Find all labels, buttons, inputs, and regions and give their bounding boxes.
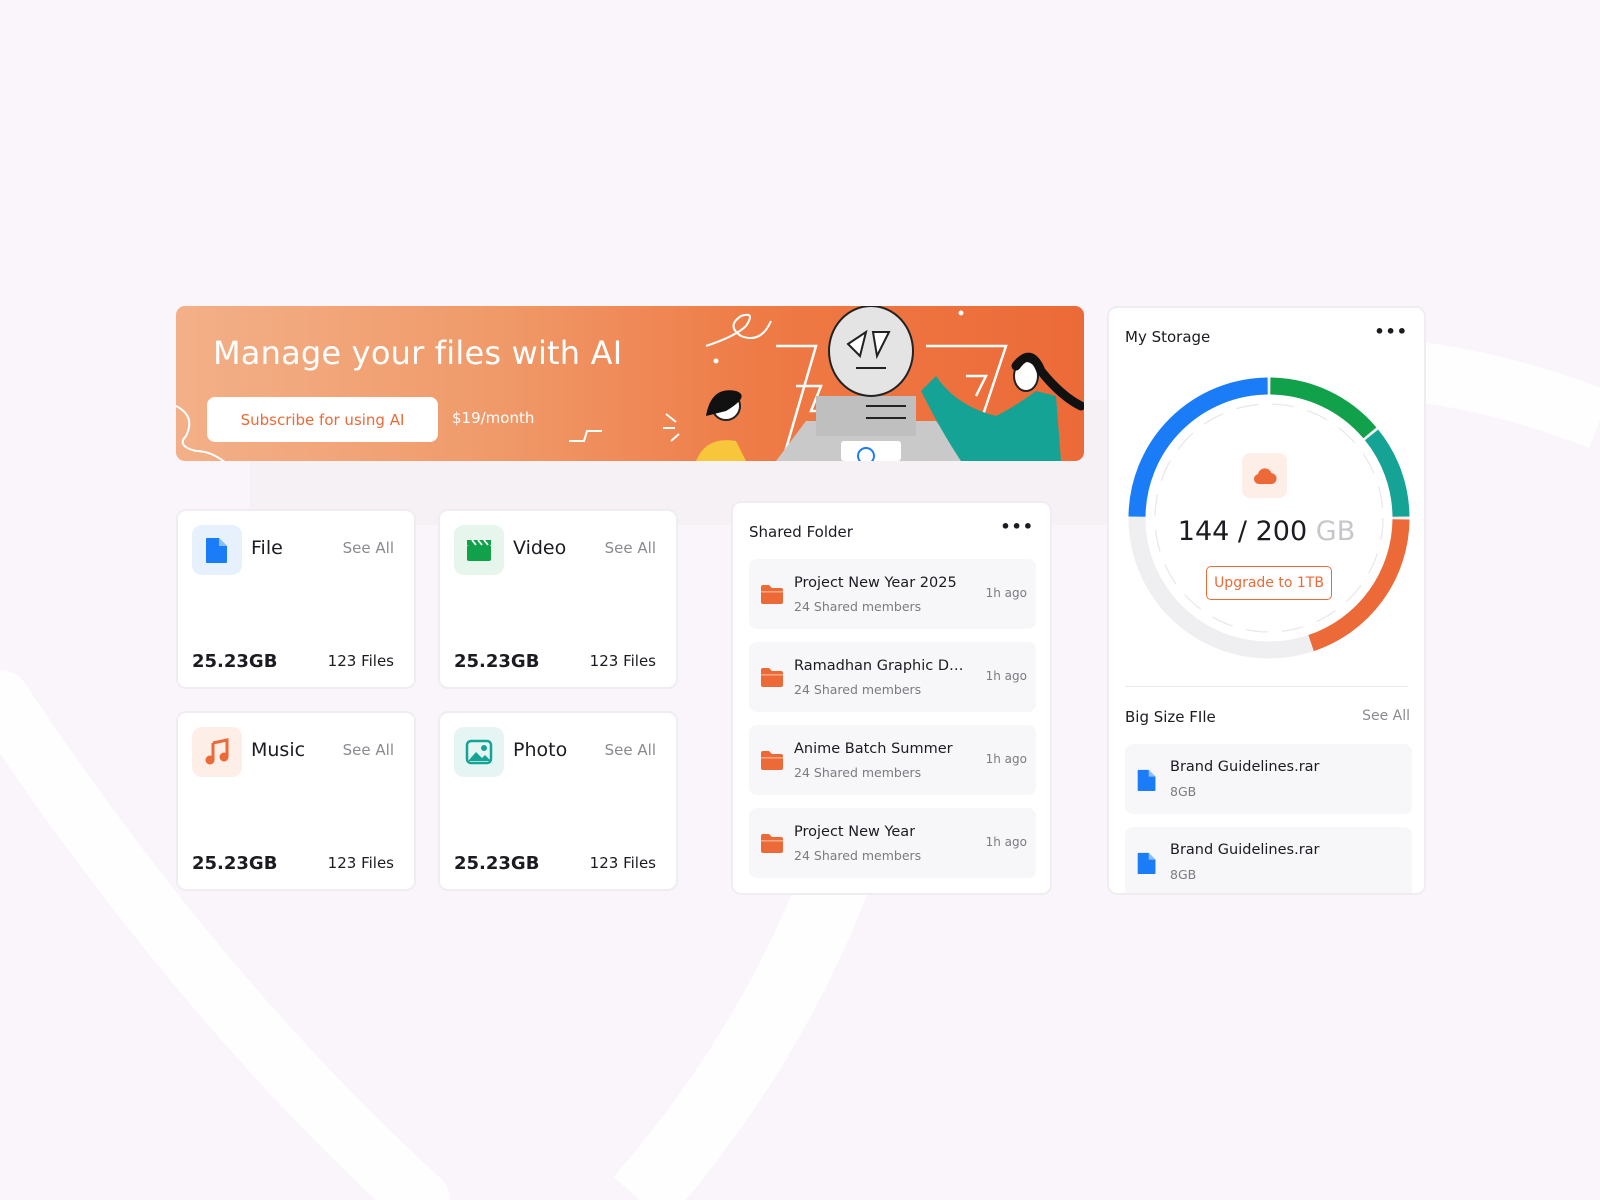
shared-folder-item[interactable]: Anime Batch Summer 24 Shared members 1h … (749, 725, 1036, 795)
big-file-size: 8GB (1170, 784, 1197, 799)
upgrade-button[interactable]: Upgrade to 1TB (1206, 566, 1332, 600)
big-files-title: Big Size FIle (1125, 708, 1216, 726)
category-card-music[interactable]: Music See All 25.23GB 123 Files (176, 711, 416, 891)
folder-icon (761, 751, 783, 770)
category-size: 25.23GB (192, 853, 278, 874)
big-file-item[interactable]: Brand Guidelines.rar 8GB (1125, 744, 1412, 814)
more-options-icon[interactable]: ••• (1000, 517, 1034, 536)
folder-name: Project New Year 2025 (794, 575, 957, 591)
folder-name: Project New Year (794, 824, 916, 840)
shared-folder-panel: Shared Folder ••• Project New Year 2025 … (731, 501, 1052, 895)
see-all-link[interactable]: See All (1362, 708, 1410, 724)
storage-total: 200 (1255, 516, 1308, 547)
folder-name: Anime Batch Summer (794, 741, 953, 757)
see-all-link[interactable]: See All (605, 741, 656, 759)
folder-icon (761, 668, 783, 687)
see-all-link[interactable]: See All (343, 741, 394, 759)
cloud-icon (1242, 453, 1287, 498)
clapperboard-icon (454, 525, 504, 575)
ring-segment-green (1270, 377, 1377, 439)
category-size: 25.23GB (454, 651, 540, 672)
file-icon (1137, 769, 1156, 791)
category-count: 123 Files (327, 854, 394, 872)
category-size: 25.23GB (454, 853, 540, 874)
shared-folder-title: Shared Folder (749, 523, 853, 541)
ring-segment-teal (1364, 429, 1410, 517)
category-count: 123 Files (589, 652, 656, 670)
music-note-icon (192, 727, 242, 777)
big-file-item[interactable]: Brand Guidelines.rar 8GB (1125, 827, 1412, 893)
folder-members: 24 Shared members (794, 848, 922, 863)
folder-icon (761, 585, 783, 604)
image-icon (454, 727, 504, 777)
category-name: Photo (513, 739, 568, 761)
folder-name: Ramadhan Graphic De... (794, 658, 966, 674)
subscribe-button[interactable]: Subscribe for using AI (207, 397, 438, 442)
file-icon (192, 525, 242, 575)
shared-folder-item[interactable]: Project New Year 24 Shared members 1h ag… (749, 808, 1036, 878)
more-options-icon[interactable]: ••• (1374, 322, 1408, 341)
folder-members: 24 Shared members (794, 765, 922, 780)
category-card-photo[interactable]: Photo See All 25.23GB 123 Files (438, 711, 678, 891)
category-card-file[interactable]: File See All 25.23GB 123 Files (176, 509, 416, 689)
shared-folder-item[interactable]: Ramadhan Graphic De... 24 Shared members… (749, 642, 1036, 712)
category-name: File (251, 537, 283, 559)
storage-used: 144 (1177, 516, 1230, 547)
see-all-link[interactable]: See All (605, 539, 656, 557)
category-card-video[interactable]: Video See All 25.23GB 123 Files (438, 509, 678, 689)
big-file-size: 8GB (1170, 867, 1197, 882)
folder-time: 1h ago (985, 669, 1027, 683)
storage-unit: GB (1315, 516, 1356, 547)
category-count: 123 Files (589, 854, 656, 872)
banner-title: Manage your files with AI (213, 334, 623, 372)
folder-time: 1h ago (985, 586, 1027, 600)
ai-promo-banner: Manage your files with AI Subscribe for … (176, 306, 1084, 461)
divider (1125, 686, 1408, 687)
file-icon (1137, 852, 1156, 874)
banner-price: $19/month (452, 409, 535, 427)
folder-time: 1h ago (985, 752, 1027, 766)
folder-icon (761, 834, 783, 853)
shared-folder-item[interactable]: Project New Year 2025 24 Shared members … (749, 559, 1036, 629)
category-name: Music (251, 739, 306, 761)
storage-title: My Storage (1125, 328, 1211, 346)
category-count: 123 Files (327, 652, 394, 670)
storage-usage-text: 144 / 200 GB (1109, 516, 1424, 547)
my-storage-panel: My Storage ••• 144 / 200 GB Upgrade to 1… (1107, 306, 1426, 895)
big-file-name: Brand Guidelines.rar (1170, 842, 1320, 858)
folder-members: 24 Shared members (794, 682, 922, 697)
big-file-name: Brand Guidelines.rar (1170, 759, 1320, 775)
folder-time: 1h ago (985, 835, 1027, 849)
folder-members: 24 Shared members (794, 599, 922, 614)
see-all-link[interactable]: See All (343, 539, 394, 557)
category-name: Video (513, 537, 567, 559)
category-size: 25.23GB (192, 651, 278, 672)
storage-separator: / (1237, 516, 1248, 547)
